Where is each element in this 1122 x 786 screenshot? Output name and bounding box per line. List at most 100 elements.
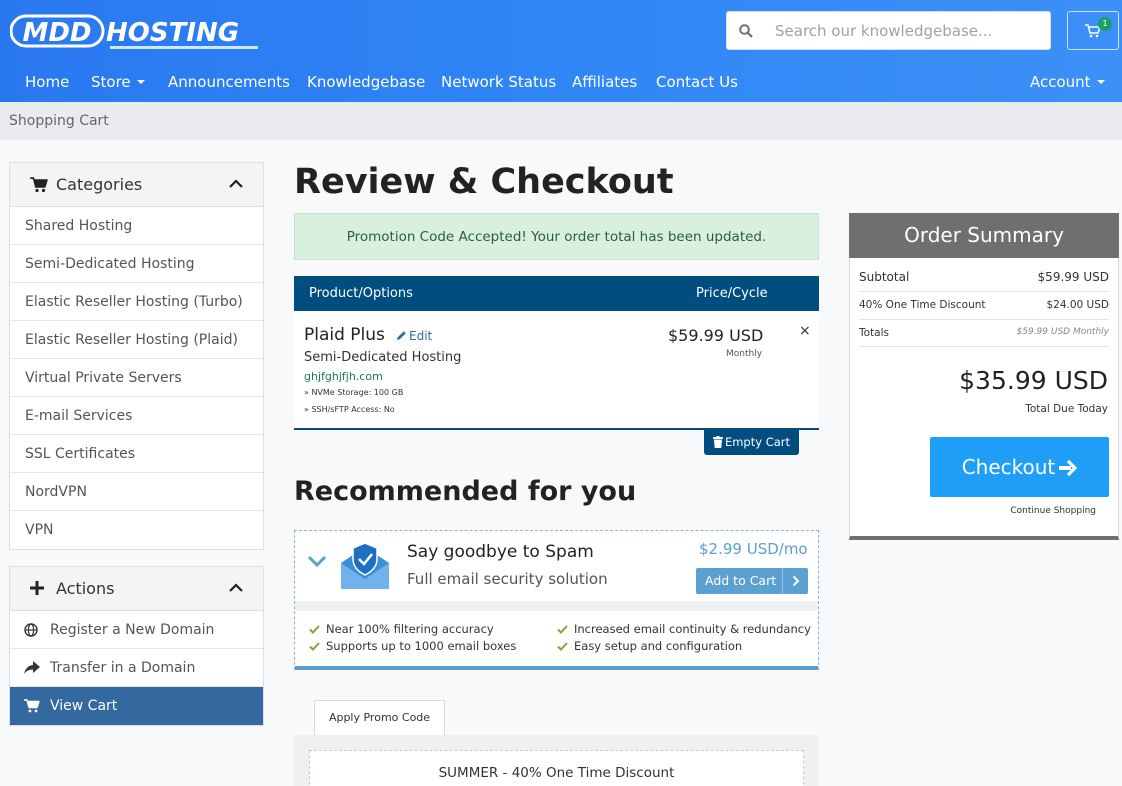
promo-panel: SUMMER - 40% One Time Discount <box>294 735 819 786</box>
chevron-down-icon[interactable] <box>307 555 327 567</box>
nav-account[interactable]: Account <box>1030 70 1105 94</box>
recommendation-name: Say goodbye to Spam <box>407 542 594 562</box>
cart-button[interactable]: 1 <box>1067 11 1119 50</box>
add-to-cart-button[interactable]: Add to Cart <box>696 568 808 594</box>
totals-row: Totals $59.99 USD Monthly <box>859 327 1109 339</box>
product-name: Plaid Plus <box>304 325 385 345</box>
actions-header[interactable]: Actions <box>10 567 263 611</box>
breadcrumb: Shopping Cart <box>0 102 1122 140</box>
nav-home[interactable]: Home <box>25 70 69 94</box>
check-icon <box>557 625 568 634</box>
sidebar-item-label: VPN <box>25 522 54 538</box>
recommendation-description: Full email security solution <box>407 570 608 588</box>
brand-logo[interactable]: MDD HOSTING <box>9 12 260 52</box>
categories-title: Categories <box>56 175 143 194</box>
empty-cart-button[interactable]: Empty Cart <box>704 430 799 455</box>
nav-network-status[interactable]: Network Status <box>441 70 556 94</box>
product-cycle: Monthly <box>726 349 763 359</box>
order-summary-title: Order Summary <box>849 213 1119 258</box>
feature-text: Near 100% filtering accuracy <box>326 622 494 636</box>
nav-affiliates[interactable]: Affiliates <box>572 70 637 94</box>
sidebar-item-semi-dedicated-hosting[interactable]: Semi-Dedicated Hosting <box>10 245 263 283</box>
sidebar-item-view-cart[interactable]: View Cart <box>10 687 263 725</box>
checkout-label: Checkout <box>961 455 1056 479</box>
product-option: » NVMe Storage: 100 GB <box>304 388 404 397</box>
sidebar-item-vps[interactable]: Virtual Private Servers <box>10 359 263 397</box>
sidebar-item-label: E-mail Services <box>25 408 133 424</box>
nav-announcements[interactable]: Announcements <box>168 70 290 94</box>
feature-item: Easy setup and configuration <box>557 639 742 653</box>
sidebar-item-label: Elastic Reseller Hosting (Plaid) <box>25 332 238 348</box>
edit-product-link[interactable]: Edit <box>396 329 432 343</box>
search-icon <box>739 23 753 38</box>
caret-down-icon <box>1096 80 1105 84</box>
sidebar-item-email-services[interactable]: E-mail Services <box>10 397 263 435</box>
cart-item-row: Plaid Plus Edit Semi-Dedicated Hosting g… <box>294 311 819 430</box>
product-option: » SSH/sFTP Access: No <box>304 405 395 414</box>
summary-divider <box>859 291 1109 292</box>
sidebar-item-elastic-reseller-turbo[interactable]: Elastic Reseller Hosting (Turbo) <box>10 283 263 321</box>
actions-title: Actions <box>56 579 115 598</box>
subtotal-label: Subtotal <box>859 270 910 284</box>
add-to-cart-label: Add to Cart <box>705 573 777 588</box>
sidebar-item-label: Register a New Domain <box>50 622 215 638</box>
main-nav: Home Store Announcements Knowledgebase N… <box>0 70 1122 94</box>
sidebar-item-label: View Cart <box>50 698 118 714</box>
page-title: Review & Checkout <box>294 162 674 202</box>
email-shield-icon <box>341 542 389 589</box>
sidebar-item-elastic-reseller-plaid[interactable]: Elastic Reseller Hosting (Plaid) <box>10 321 263 359</box>
summary-divider <box>859 346 1109 347</box>
sidebar-item-nordvpn[interactable]: NordVPN <box>10 473 263 511</box>
edit-product-label: Edit <box>409 329 433 343</box>
nav-store[interactable]: Store <box>91 70 145 94</box>
share-arrow-icon <box>24 661 40 674</box>
sidebar-item-label: NordVPN <box>25 484 87 500</box>
nav-knowledgebase[interactable]: Knowledgebase <box>307 70 425 94</box>
pencil-icon <box>397 331 406 340</box>
feature-item: Supports up to 1000 email boxes <box>309 639 516 653</box>
sidebar-item-shared-hosting[interactable]: Shared Hosting <box>10 207 263 245</box>
sidebar-item-transfer-domain[interactable]: Transfer in a Domain <box>10 649 263 687</box>
tab-apply-promo-code[interactable]: Apply Promo Code <box>314 700 445 736</box>
totals-value: $59.99 USD Monthly <box>1016 327 1109 337</box>
search-input[interactable] <box>775 21 1025 40</box>
promo-success-alert: Promotion Code Accepted! Your order tota… <box>294 213 819 260</box>
breadcrumb-current: Shopping Cart <box>9 113 109 129</box>
continue-shopping-link[interactable]: Continue Shopping <box>1010 506 1096 516</box>
totals-label: Totals <box>859 327 889 339</box>
sidebar-item-label: Transfer in a Domain <box>50 660 196 676</box>
remove-item-icon[interactable]: × <box>799 323 811 339</box>
product-group: Semi-Dedicated Hosting <box>304 350 462 365</box>
nav-contact-us[interactable]: Contact Us <box>656 70 738 94</box>
chevron-up-icon[interactable] <box>229 583 243 593</box>
sidebar-item-label: Elastic Reseller Hosting (Turbo) <box>25 294 243 310</box>
column-header-price: Price/Cycle <box>696 286 768 301</box>
discount-value: $24.00 USD <box>1046 299 1109 311</box>
cart-count-badge: 1 <box>1098 17 1112 31</box>
checkout-button[interactable]: Checkout <box>930 437 1109 497</box>
svg-text:MDD: MDD <box>22 18 91 48</box>
order-summary: Order Summary Subtotal $59.99 USD 40% On… <box>849 213 1119 540</box>
sidebar-item-ssl-certificates[interactable]: SSL Certificates <box>10 435 263 473</box>
total-due-label: Total Due Today <box>1025 403 1108 415</box>
chevron-right-icon <box>782 568 808 594</box>
subtotal-row: Subtotal $59.99 USD <box>859 270 1109 284</box>
chevron-up-icon[interactable] <box>229 179 243 189</box>
applied-promo-code: SUMMER - 40% One Time Discount <box>309 750 804 786</box>
empty-cart-label: Empty Cart <box>724 435 791 449</box>
plus-icon <box>30 581 44 595</box>
sidebar-item-vpn[interactable]: VPN <box>10 511 263 549</box>
subtotal-value: $59.99 USD <box>1037 270 1109 284</box>
knowledgebase-search <box>726 11 1051 50</box>
discount-row: 40% One Time Discount $24.00 USD <box>859 299 1109 311</box>
product-price: $59.99 USD <box>668 326 764 345</box>
sidebar-item-register-domain[interactable]: Register a New Domain <box>10 611 263 649</box>
nav-account-label: Account <box>1030 73 1091 91</box>
globe-icon <box>24 623 38 637</box>
actions-panel: Actions Register a New Domain Transfer i… <box>9 566 264 726</box>
recommendation-divider <box>295 601 818 611</box>
column-header-product: Product/Options <box>309 286 413 301</box>
feature-text: Supports up to 1000 email boxes <box>326 639 517 653</box>
categories-header[interactable]: Categories <box>10 163 263 207</box>
recommendation-card: Say goodbye to Spam Full email security … <box>294 530 819 670</box>
